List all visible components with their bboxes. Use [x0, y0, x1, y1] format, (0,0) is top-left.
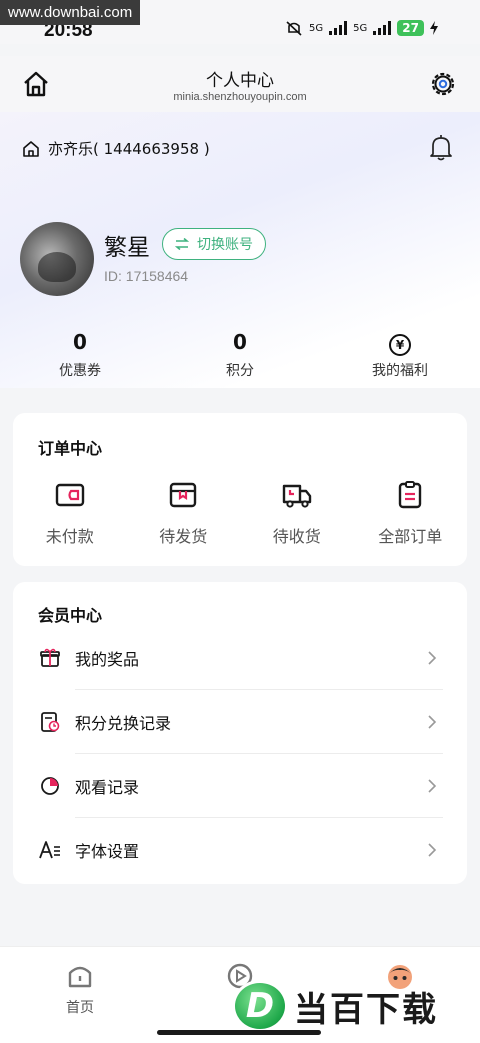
- order-to-receive-label: 待收货: [272, 527, 321, 546]
- menu-my-prizes[interactable]: 我的奖品: [13, 626, 467, 690]
- chevron-right-icon: [428, 779, 437, 793]
- member-center-title: 会员中心: [38, 606, 103, 625]
- brand-badge: D: [232, 980, 288, 1032]
- box-icon: [170, 482, 197, 508]
- order-to-ship-label: 待发货: [159, 527, 208, 546]
- coupons-label: 优惠券: [59, 363, 101, 379]
- switch-account-label: 切换账号: [197, 237, 253, 253]
- shop-selector[interactable]: 亦齐乐( 1444663958 ): [22, 138, 210, 159]
- nav-bar: 个人中心 minia.shenzhouyoupin.com: [0, 56, 480, 112]
- gift-icon: [40, 648, 60, 667]
- stats-row: 0 优惠券 0 积分 ¥ 我的福利: [0, 328, 480, 380]
- order-center-card: 订单中心 未付款 待发货 待收货 全部订单: [13, 413, 467, 566]
- truck-icon: [282, 484, 311, 508]
- order-all-label: 全部订单: [378, 527, 443, 546]
- order-to-receive[interactable]: 待收货: [240, 479, 354, 547]
- system-icons: 5G 5G 27: [285, 20, 438, 36]
- menu-font-settings-label: 字体设置: [75, 842, 140, 861]
- menu-watch-history[interactable]: 观看记录: [13, 754, 467, 818]
- pie-icon: [41, 777, 59, 795]
- swap-icon: [175, 238, 189, 250]
- member-center-card: 会员中心 我的奖品 积分兑换记录 观看记录 字体设置: [13, 582, 467, 884]
- menu-font-settings[interactable]: 字体设置: [13, 818, 467, 882]
- store-home-icon: [23, 140, 39, 157]
- menu-points-exchange[interactable]: 积分兑换记录: [13, 690, 467, 754]
- coupons-stat[interactable]: 0 优惠券: [0, 328, 160, 380]
- coupons-count: 0: [73, 330, 87, 354]
- welfare-label: 我的福利: [372, 363, 428, 379]
- brand-text: 当百下载: [294, 989, 438, 1030]
- points-label: 积分: [226, 363, 254, 379]
- font-icon: [39, 841, 60, 859]
- switch-account-button[interactable]: 切换账号: [162, 228, 266, 260]
- home-indicator[interactable]: [157, 1030, 321, 1035]
- points-stat[interactable]: 0 积分: [160, 328, 320, 380]
- points-count: 0: [233, 330, 247, 354]
- menu-points-exchange-label: 积分兑换记录: [75, 714, 172, 733]
- order-all[interactable]: 全部订单: [354, 479, 468, 547]
- chevron-right-icon: [428, 715, 437, 729]
- tab-home-label: 首页: [66, 1000, 94, 1016]
- settings-gear-icon[interactable]: [428, 69, 458, 99]
- yen-icon: ¥: [389, 334, 411, 356]
- welfare-stat[interactable]: ¥ 我的福利: [320, 328, 480, 380]
- page-title: 个人中心: [206, 71, 274, 91]
- tab-home[interactable]: 首页: [40, 961, 120, 1017]
- chevron-right-icon: [428, 843, 437, 857]
- chevron-right-icon: [428, 651, 437, 665]
- watermark-brand: D 当百下载: [232, 978, 438, 1034]
- charging-icon: [430, 21, 438, 35]
- order-to-ship[interactable]: 待发货: [127, 479, 241, 547]
- home-tab-icon: [68, 966, 92, 988]
- menu-my-prizes-label: 我的奖品: [75, 650, 140, 669]
- order-center-title: 订单中心: [38, 439, 103, 458]
- battery-indicator: 27: [397, 20, 424, 36]
- user-id: ID: 17158464: [104, 268, 189, 284]
- signal-label-2: 5G: [353, 22, 368, 34]
- profile-header: 亦齐乐( 1444663958 ) 繁星 切换账号 ID: 17158464 0…: [0, 112, 480, 388]
- clipboard-icon: [399, 481, 422, 509]
- page-domain: minia.shenzhouyoupin.com: [173, 91, 307, 103]
- mute-icon: [286, 21, 302, 36]
- order-unpaid[interactable]: 未付款: [13, 479, 127, 547]
- exchange-record-icon: [41, 712, 60, 732]
- signal-icon: [329, 21, 348, 35]
- wallet-icon: [55, 483, 84, 507]
- avatar[interactable]: [20, 222, 94, 296]
- shop-name: 亦齐乐( 1444663958 ): [48, 140, 210, 158]
- bell-icon[interactable]: [428, 134, 454, 162]
- order-unpaid-label: 未付款: [45, 527, 94, 546]
- signal-icon-2: [373, 21, 392, 35]
- signal-label-1: 5G: [309, 22, 324, 34]
- user-name: 繁星: [104, 235, 150, 261]
- watermark-site: www.downbai.com: [0, 0, 141, 25]
- menu-watch-history-label: 观看记录: [75, 778, 140, 797]
